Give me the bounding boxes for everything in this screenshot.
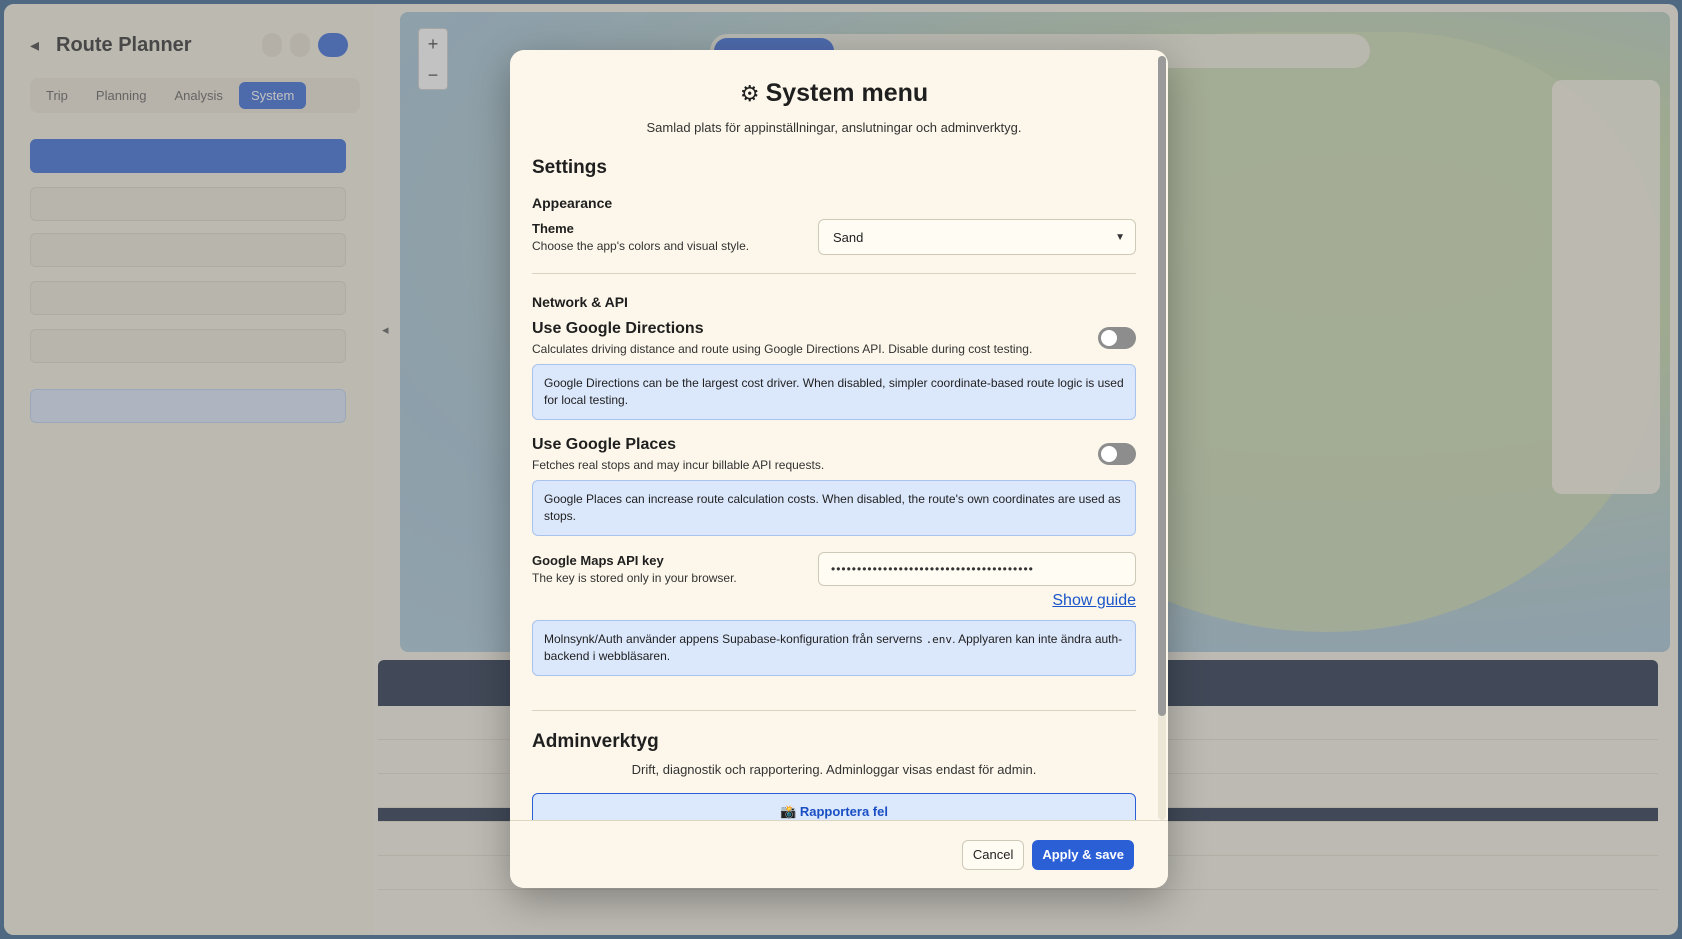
theme-select-value: Sand xyxy=(833,229,864,245)
dialog-footer: Cancel Apply & save xyxy=(510,820,1168,888)
api-key-label: Google Maps API key xyxy=(532,553,664,568)
directions-title: Use Google Directions xyxy=(532,320,704,337)
chevron-down-icon: ▼ xyxy=(1115,231,1125,243)
places-text: Use Google Places Fetches real stops and… xyxy=(532,436,824,472)
places-description: Fetches real stops and may incur billabl… xyxy=(532,458,825,472)
apply-save-button[interactable]: Apply & save xyxy=(1032,839,1134,870)
dialog-scroll-area[interactable]: ⚙ System menu Samlad plats för appinställ… xyxy=(510,50,1158,820)
show-guide-link[interactable]: Show guide xyxy=(532,592,1136,610)
places-toggle[interactable] xyxy=(1098,443,1136,465)
api-key-row: Google Maps API key The key is stored on… xyxy=(532,552,1136,586)
places-info: Google Places can increase route calcula… xyxy=(532,480,1136,536)
scrollbar-thumb[interactable] xyxy=(1158,56,1166,716)
places-title: Use Google Places xyxy=(532,436,677,453)
theme-select[interactable]: Sand ▼ xyxy=(818,219,1136,255)
dialog-title: ⚙ System menu xyxy=(532,76,1136,110)
theme-description: Choose the app's colors and visual style… xyxy=(532,239,750,253)
dialog-title-text: System menu xyxy=(765,79,929,107)
directions-description: Calculates driving distance and route us… xyxy=(532,342,1033,356)
auth-info: Molnsynk/Auth använder appens Supabase-k… xyxy=(532,620,1136,676)
env-code: .env xyxy=(925,633,953,646)
theme-label: Theme xyxy=(532,221,574,236)
appearance-heading: Appearance xyxy=(532,195,613,211)
system-menu-dialog: ⚙ System menu Samlad plats för appinställ… xyxy=(510,50,1168,888)
api-key-description: The key is stored only in your browser. xyxy=(532,571,737,585)
api-key-text: Google Maps API key The key is stored on… xyxy=(532,553,737,585)
admin-subtitle: Drift, diagnostik och rapportering. Admi… xyxy=(631,762,1037,777)
section-divider xyxy=(532,273,1136,274)
dialog-scrollbar[interactable] xyxy=(1158,56,1166,820)
directions-row: Use Google Directions Calculates driving… xyxy=(532,320,1136,356)
api-key-input[interactable]: ••••••••••••••••••••••••••••••••••••••• xyxy=(818,552,1136,586)
theme-row: Theme Choose the app's colors and visual… xyxy=(532,219,1136,255)
network-heading: Network & API xyxy=(532,294,628,310)
places-row: Use Google Places Fetches real stops and… xyxy=(532,436,1136,472)
dialog-subtitle: Samlad plats för appinställningar, anslu… xyxy=(646,120,1022,135)
directions-toggle[interactable] xyxy=(1098,327,1136,349)
admin-heading: Adminverktyg xyxy=(532,731,659,752)
theme-text: Theme Choose the app's colors and visual… xyxy=(532,221,749,253)
section-divider xyxy=(532,710,1136,711)
report-bug-button[interactable]: 📸 Rapportera fel xyxy=(532,793,1136,820)
settings-heading: Settings xyxy=(532,157,607,178)
gear-icon: ⚙ xyxy=(739,81,760,106)
cancel-button[interactable]: Cancel xyxy=(961,839,1025,870)
auth-info-text: Molnsynk/Auth använder appens Supabase-k… xyxy=(544,632,926,646)
directions-text: Use Google Directions Calculates driving… xyxy=(532,320,1032,356)
directions-info: Google Directions can be the largest cos… xyxy=(532,364,1136,420)
